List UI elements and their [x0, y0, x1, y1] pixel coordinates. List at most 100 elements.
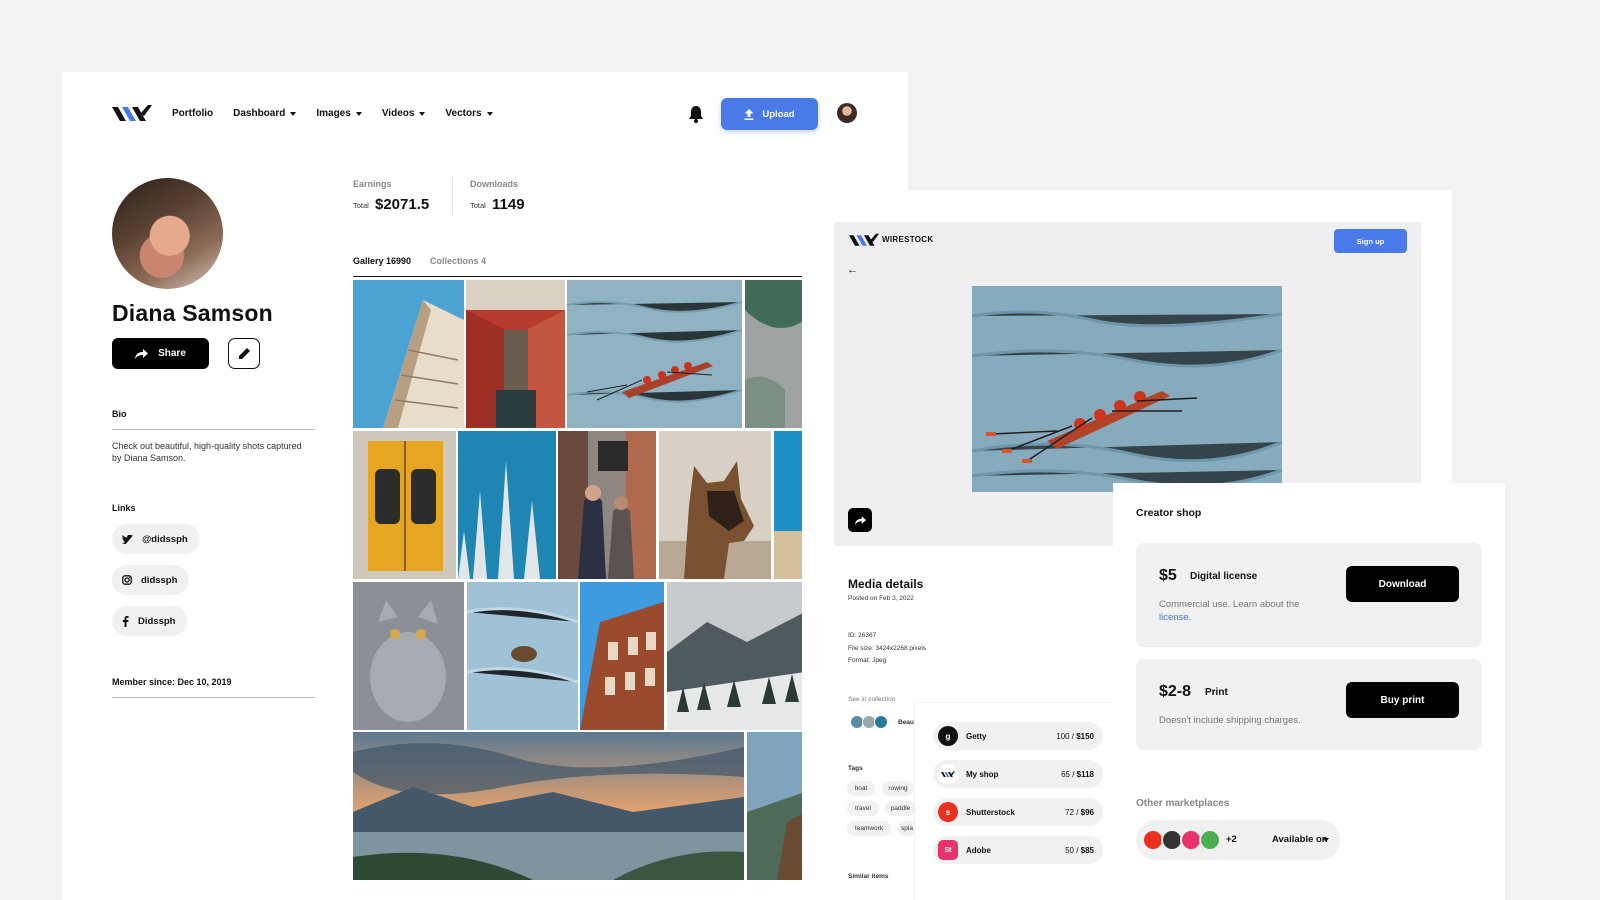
earnings-amount: $85: [1080, 845, 1094, 855]
similar-items-title: Similar items: [848, 873, 889, 880]
twitter-handle: @didssph: [142, 533, 188, 545]
gallery-image-building[interactable]: [353, 280, 464, 428]
bio-title: Bio: [112, 409, 127, 419]
pencil-icon: [238, 348, 250, 359]
nav-dashboard[interactable]: Dashboard: [233, 108, 297, 119]
gallery-image-lake-sunset[interactable]: [353, 732, 744, 880]
share-button[interactable]: Share: [112, 338, 209, 369]
edit-profile-button[interactable]: [228, 338, 260, 369]
main-nav: Portfolio Dashboard Images Videos Vector…: [172, 108, 493, 119]
digital-description: Commercial use. Learn about the license.: [1159, 598, 1329, 624]
digital-type: Digital license: [1190, 571, 1258, 582]
license-link[interactable]: license.: [1159, 612, 1191, 623]
marketplace-name: My shop: [966, 769, 999, 779]
stats-divider: [452, 177, 453, 215]
print-type: Print: [1205, 687, 1228, 698]
twitter-link[interactable]: @didssph: [112, 524, 200, 554]
facebook-link[interactable]: Didssph: [112, 606, 188, 636]
download-count: 50: [1065, 845, 1074, 855]
nav-portfolio[interactable]: Portfolio: [172, 108, 213, 119]
digital-license-card: $5 Digital license Commercial use. Learn…: [1136, 543, 1482, 647]
print-card: $2-8 Print Doesn't include shipping char…: [1136, 659, 1482, 750]
download-button[interactable]: Download: [1346, 566, 1459, 602]
gallery-image-duck[interactable]: [467, 582, 578, 730]
share-arrow-icon: [135, 348, 149, 359]
bell-icon[interactable]: [688, 105, 704, 123]
tag-chip[interactable]: rowing: [882, 781, 914, 796]
nav-vectors[interactable]: Vectors: [445, 108, 493, 119]
marketplace-stats: 100 / $150: [1056, 731, 1094, 741]
caret-down-icon: [1323, 838, 1329, 842]
gallery-image-pebbles[interactable]: [745, 280, 805, 428]
share-image-button[interactable]: [848, 508, 872, 532]
nav-label: Images: [316, 108, 351, 119]
marketplace-name: Getty: [966, 731, 987, 741]
collection-thumb[interactable]: [874, 715, 888, 729]
marketplace-stats: 72 / $96: [1065, 807, 1094, 817]
downloads-label: Downloads: [470, 179, 519, 189]
marketplace-name: Shutterstock: [966, 807, 1015, 817]
gallery-image-yellow-door[interactable]: [353, 431, 456, 579]
wirestock-logo[interactable]: [849, 233, 879, 248]
share-arrow-icon: [854, 515, 866, 525]
earnings-value: $2071.5: [375, 196, 430, 213]
gallery-image-spires[interactable]: [458, 431, 556, 579]
available-on-dropdown[interactable]: +2 Available on: [1136, 820, 1340, 860]
nav-images[interactable]: Images: [316, 108, 362, 119]
earnings-label: Earnings: [353, 179, 392, 189]
signup-button[interactable]: Sign up: [1334, 229, 1407, 253]
more-marketplaces-count: +2: [1226, 834, 1237, 845]
tag-chip[interactable]: travel: [847, 801, 879, 816]
marketplace-row-shutterstock[interactable]: s Shutterstock 72 / $96: [933, 798, 1103, 826]
tag-chip[interactable]: boat: [847, 781, 875, 796]
gallery-image-cliff[interactable]: [747, 732, 805, 880]
tag-chip[interactable]: teamwork: [847, 821, 891, 836]
member-since: Member since: Dec 10, 2019: [112, 677, 232, 687]
instagram-icon: [122, 575, 132, 585]
tab-collections[interactable]: Collections 4: [430, 256, 486, 266]
gallery-image-dog[interactable]: [659, 431, 771, 579]
gallery-image-cat[interactable]: [353, 582, 464, 730]
gallery-image-canal[interactable]: [466, 280, 565, 428]
media-details-title: Media details: [848, 577, 924, 591]
file-size: File size: 3424x2268 pixels: [848, 645, 927, 652]
marketplace-row-adobe[interactable]: St Adobe 50 / $85: [933, 836, 1103, 864]
tag-chip[interactable]: paddle: [885, 801, 916, 816]
instagram-link[interactable]: didssph: [112, 565, 190, 595]
earnings-amount: $150: [1076, 731, 1094, 741]
wirestock-logo[interactable]: [112, 104, 152, 124]
tab-gallery[interactable]: Gallery 16990: [353, 256, 411, 266]
bio-divider: [112, 429, 315, 430]
creator-shop-title: Creator shop: [1136, 507, 1202, 519]
marketplace-stats: 65 / $118: [1061, 769, 1094, 779]
downloads-value: 1149: [492, 196, 525, 213]
back-arrow-icon[interactable]: ←: [847, 264, 858, 276]
upload-button[interactable]: Upload: [721, 98, 818, 130]
marketplace-stats: 50 / $85: [1065, 845, 1094, 855]
gallery-image-rowing[interactable]: [567, 280, 742, 428]
digital-price: $5: [1159, 567, 1177, 584]
shutterstock-icon: s: [938, 802, 958, 822]
nav-label: Vectors: [445, 108, 482, 119]
gallery-image-sea[interactable]: [774, 431, 805, 579]
caret-down-icon: [419, 111, 426, 116]
member-divider: [112, 697, 315, 698]
nav-videos[interactable]: Videos: [382, 108, 426, 119]
gallery-image-facade[interactable]: [580, 582, 664, 730]
marketplace-row-my-shop[interactable]: My shop 65 / $118: [933, 760, 1103, 788]
gallery-image-street[interactable]: [558, 431, 656, 579]
gallery-image-forest[interactable]: [667, 582, 805, 730]
see-in-collection-label: See in collection: [848, 696, 896, 703]
user-avatar[interactable]: [837, 103, 857, 123]
caret-down-icon: [486, 111, 493, 116]
marketplace-name: Adobe: [966, 845, 991, 855]
marketplace-row-getty[interactable]: g Getty 100 / $150: [933, 722, 1103, 750]
download-count: 100: [1056, 731, 1070, 741]
posted-on: Posted on Feb 3, 2022: [848, 595, 914, 602]
share-label: Share: [158, 348, 186, 359]
collection-name[interactable]: Beau: [898, 719, 914, 726]
buy-print-button[interactable]: Buy print: [1346, 682, 1459, 718]
upload-label: Upload: [762, 108, 795, 120]
getty-icon: g: [938, 726, 958, 746]
tag-chip[interactable]: spla: [898, 821, 916, 836]
